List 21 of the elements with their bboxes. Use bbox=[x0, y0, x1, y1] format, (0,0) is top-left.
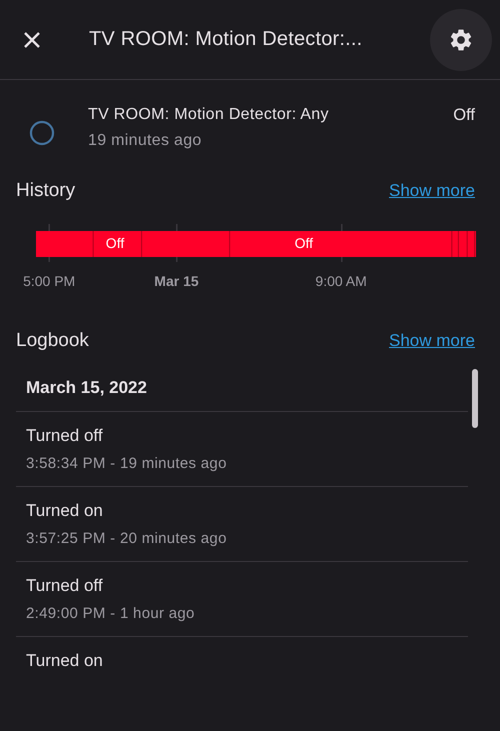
log-message: Turned on bbox=[26, 651, 104, 671]
last-changed: 19 minutes ago bbox=[88, 132, 203, 150]
log-message: Turned off bbox=[26, 576, 104, 596]
axis-label: 5:00 PM bbox=[23, 273, 76, 289]
bar-label: Off bbox=[106, 235, 124, 251]
show-more-link[interactable]: Show more bbox=[389, 331, 475, 351]
log-message: Turned off bbox=[26, 426, 104, 446]
section-title: Logbook bbox=[16, 330, 89, 352]
log-time: 2:49:00 PM - 1 hour ago bbox=[26, 605, 196, 622]
axis-label: Mar 15 bbox=[154, 273, 199, 289]
show-more-link[interactable]: Show more bbox=[389, 181, 475, 201]
entity-state: Off bbox=[453, 106, 475, 125]
entity-name: TV ROOM: Motion Detector: Any bbox=[88, 106, 330, 124]
dialog-title: TV ROOM: Motion Detector:... bbox=[89, 28, 364, 51]
axis-label: 9:00 AM bbox=[315, 273, 367, 289]
section-title: History bbox=[16, 180, 76, 202]
log-time: 3:58:34 PM - 19 minutes ago bbox=[26, 455, 228, 472]
date-heading: March 15, 2022 bbox=[16, 366, 468, 412]
bar-label: Off bbox=[294, 235, 313, 251]
log-time: 3:57:25 PM - 20 minutes ago bbox=[26, 530, 228, 547]
log-message: Turned on bbox=[26, 501, 104, 521]
